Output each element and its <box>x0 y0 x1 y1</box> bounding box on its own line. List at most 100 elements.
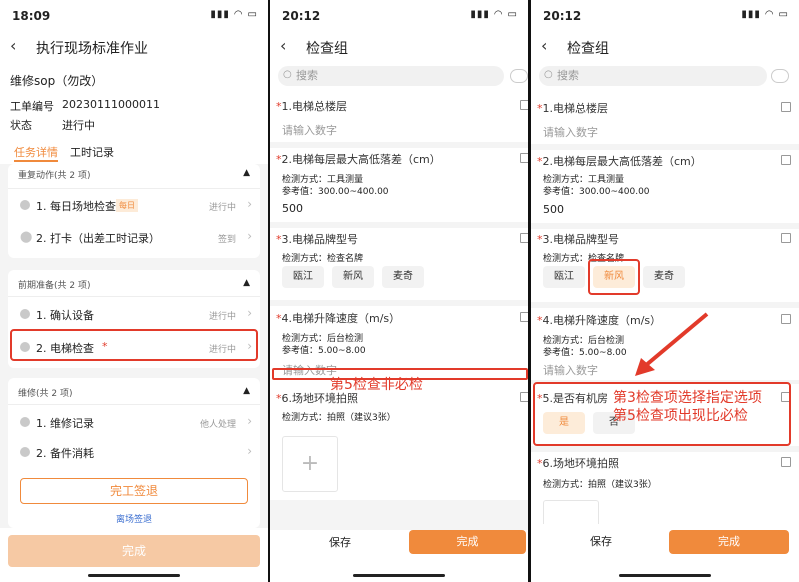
option-button[interactable]: 麦奇 <box>643 266 685 288</box>
edit-icon[interactable] <box>520 153 528 163</box>
item-state: 他人处理 <box>199 420 236 430</box>
list-item[interactable]: 1. 确认设备 进行中 › <box>8 300 260 328</box>
location-pin-icon: ⬤ <box>20 230 33 243</box>
search-input[interactable]: 搜索 <box>278 66 504 86</box>
complete-button[interactable]: 完成 <box>669 530 789 554</box>
complete-button[interactable]: 完成 <box>409 530 526 554</box>
save-button[interactable]: 保存 <box>541 530 661 554</box>
nav-bar: ‹ 检查组 <box>531 32 799 62</box>
chevron-right-icon: › <box>247 444 252 458</box>
leave-sign-out-link[interactable]: 离场签退 <box>8 512 260 525</box>
divider <box>270 222 528 228</box>
item-state: 进行中 <box>208 312 236 322</box>
back-icon[interactable]: ‹ <box>10 36 16 55</box>
signal-wifi-battery-icon: ▮▮▮ ◠ ▭ <box>741 9 789 20</box>
item-label: 1. 确认设备 <box>36 309 94 322</box>
save-button[interactable]: 保存 <box>280 530 400 556</box>
tab-task-detail[interactable]: 任务详情 <box>14 144 58 160</box>
item-label: 1. 每日场地检查 <box>36 200 116 213</box>
phone-screen-inspection-before: 20:12 ▮▮▮ ◠ ▭ ‹ 检查组 搜索 ○ *1.电梯总楼层 请输入数字 … <box>270 0 528 582</box>
divider <box>270 142 528 148</box>
nav-bar: ‹ 执行现场标准作业 <box>0 32 268 62</box>
divider <box>8 296 260 297</box>
question-title: *2.电梯每层最大高低落差（cm） <box>276 153 441 166</box>
number-input[interactable]: 请输入数字 <box>543 124 598 140</box>
edit-icon[interactable] <box>781 457 791 467</box>
option-button[interactable]: 麦奇 <box>382 266 424 288</box>
daily-badge: 每日 <box>116 199 138 212</box>
edit-icon[interactable] <box>520 233 528 243</box>
divider <box>531 446 799 452</box>
edit-icon[interactable] <box>781 233 791 243</box>
collapse-icon[interactable]: ▲ <box>243 168 250 178</box>
home-indicator <box>88 574 180 577</box>
signal-wifi-battery-icon: ▮▮▮ ◠ ▭ <box>210 9 258 20</box>
option-button[interactable]: 瓯江 <box>543 266 585 288</box>
search-icon: ○ <box>544 69 553 80</box>
edit-icon[interactable] <box>781 155 791 165</box>
divider <box>270 300 528 306</box>
highlight-box <box>588 259 640 295</box>
item-state: 签到 <box>217 235 236 245</box>
reference-value: 参考值：5.00~8.00 <box>543 348 627 358</box>
option-button[interactable]: 瓯江 <box>282 266 324 288</box>
add-photo-button[interactable]: + <box>282 436 338 492</box>
tab-work-hours[interactable]: 工时记录 <box>70 144 114 160</box>
add-photo-button[interactable] <box>543 500 599 524</box>
finish-sign-out-button[interactable]: 完工签退 <box>20 478 248 504</box>
list-item[interactable]: 2. 备件消耗 › <box>8 438 260 466</box>
edit-icon[interactable] <box>520 392 528 402</box>
group-repeat-actions: 重复动作(共 2 项) ▲ 1. 每日场地检查 每日 进行中 › ⬤ 2. 打卡… <box>8 164 260 258</box>
home-indicator <box>353 574 445 577</box>
edit-icon[interactable] <box>520 312 528 322</box>
home-indicator <box>619 574 711 577</box>
number-input[interactable]: 请输入数字 <box>282 122 337 138</box>
list-item[interactable]: 1. 维修记录 他人处理 › <box>8 408 260 436</box>
status-time: 20:12 <box>282 9 321 23</box>
chevron-right-icon: › <box>247 229 252 243</box>
number-input[interactable]: 500 <box>543 203 564 216</box>
edit-icon[interactable] <box>781 314 791 324</box>
clock-icon <box>20 200 30 210</box>
check-method: 检测方式：检查名牌 <box>282 254 364 264</box>
divider <box>531 144 799 150</box>
item-label: 2. 打卡（出差工时记录） <box>36 232 160 245</box>
collapse-icon[interactable]: ▲ <box>243 278 250 288</box>
item-state: 进行中 <box>208 203 236 213</box>
toggle-switch[interactable] <box>771 69 789 83</box>
reference-value: 参考值：300.00~400.00 <box>543 187 650 197</box>
group-title: 重复动作(共 2 项) <box>18 171 91 181</box>
question-title: *6.场地环境拍照 <box>276 392 358 405</box>
list-item[interactable]: ⬤ 2. 打卡（出差工时记录） 签到 › <box>8 222 260 252</box>
group-maintenance: 维修(共 2 项) ▲ 1. 维修记录 他人处理 › 2. 备件消耗 › 完工签… <box>8 378 260 528</box>
sop-name: 维修sop（勿改） <box>10 74 104 88</box>
divider <box>270 500 528 530</box>
question-title: *6.场地环境拍照 <box>537 457 619 470</box>
back-icon[interactable]: ‹ <box>280 36 286 55</box>
option-button[interactable]: 新风 <box>332 266 374 288</box>
highlight-box <box>10 329 258 361</box>
page-title: 检查组 <box>306 41 348 57</box>
edit-icon[interactable] <box>781 102 791 112</box>
question-title: *3.电梯品牌型号 <box>537 233 619 246</box>
page-title: 执行现场标准作业 <box>36 41 148 57</box>
divider <box>8 404 260 405</box>
question-title: *1.电梯总楼层 <box>537 102 608 115</box>
item-label: 2. 备件消耗 <box>36 447 94 460</box>
clock-icon <box>20 309 30 319</box>
page-title: 检查组 <box>567 41 609 57</box>
collapse-icon[interactable]: ▲ <box>243 386 250 396</box>
edit-icon[interactable] <box>520 100 528 110</box>
reference-value: 参考值：300.00~400.00 <box>282 187 389 197</box>
number-input[interactable]: 500 <box>282 202 303 215</box>
list-item[interactable]: 1. 每日场地检查 每日 进行中 › <box>8 190 260 220</box>
complete-button[interactable]: 完成 <box>8 535 260 567</box>
reference-value: 参考值：5.00~8.00 <box>282 346 366 356</box>
number-input[interactable]: 请输入数字 <box>543 362 598 378</box>
back-icon[interactable]: ‹ <box>541 36 547 55</box>
toggle-switch[interactable] <box>510 69 528 83</box>
check-method: 检测方式：拍照（建议3张） <box>282 413 396 423</box>
status-label: 状态 <box>10 119 32 132</box>
clock-icon <box>20 417 30 427</box>
search-input[interactable]: 搜索 <box>539 66 767 86</box>
